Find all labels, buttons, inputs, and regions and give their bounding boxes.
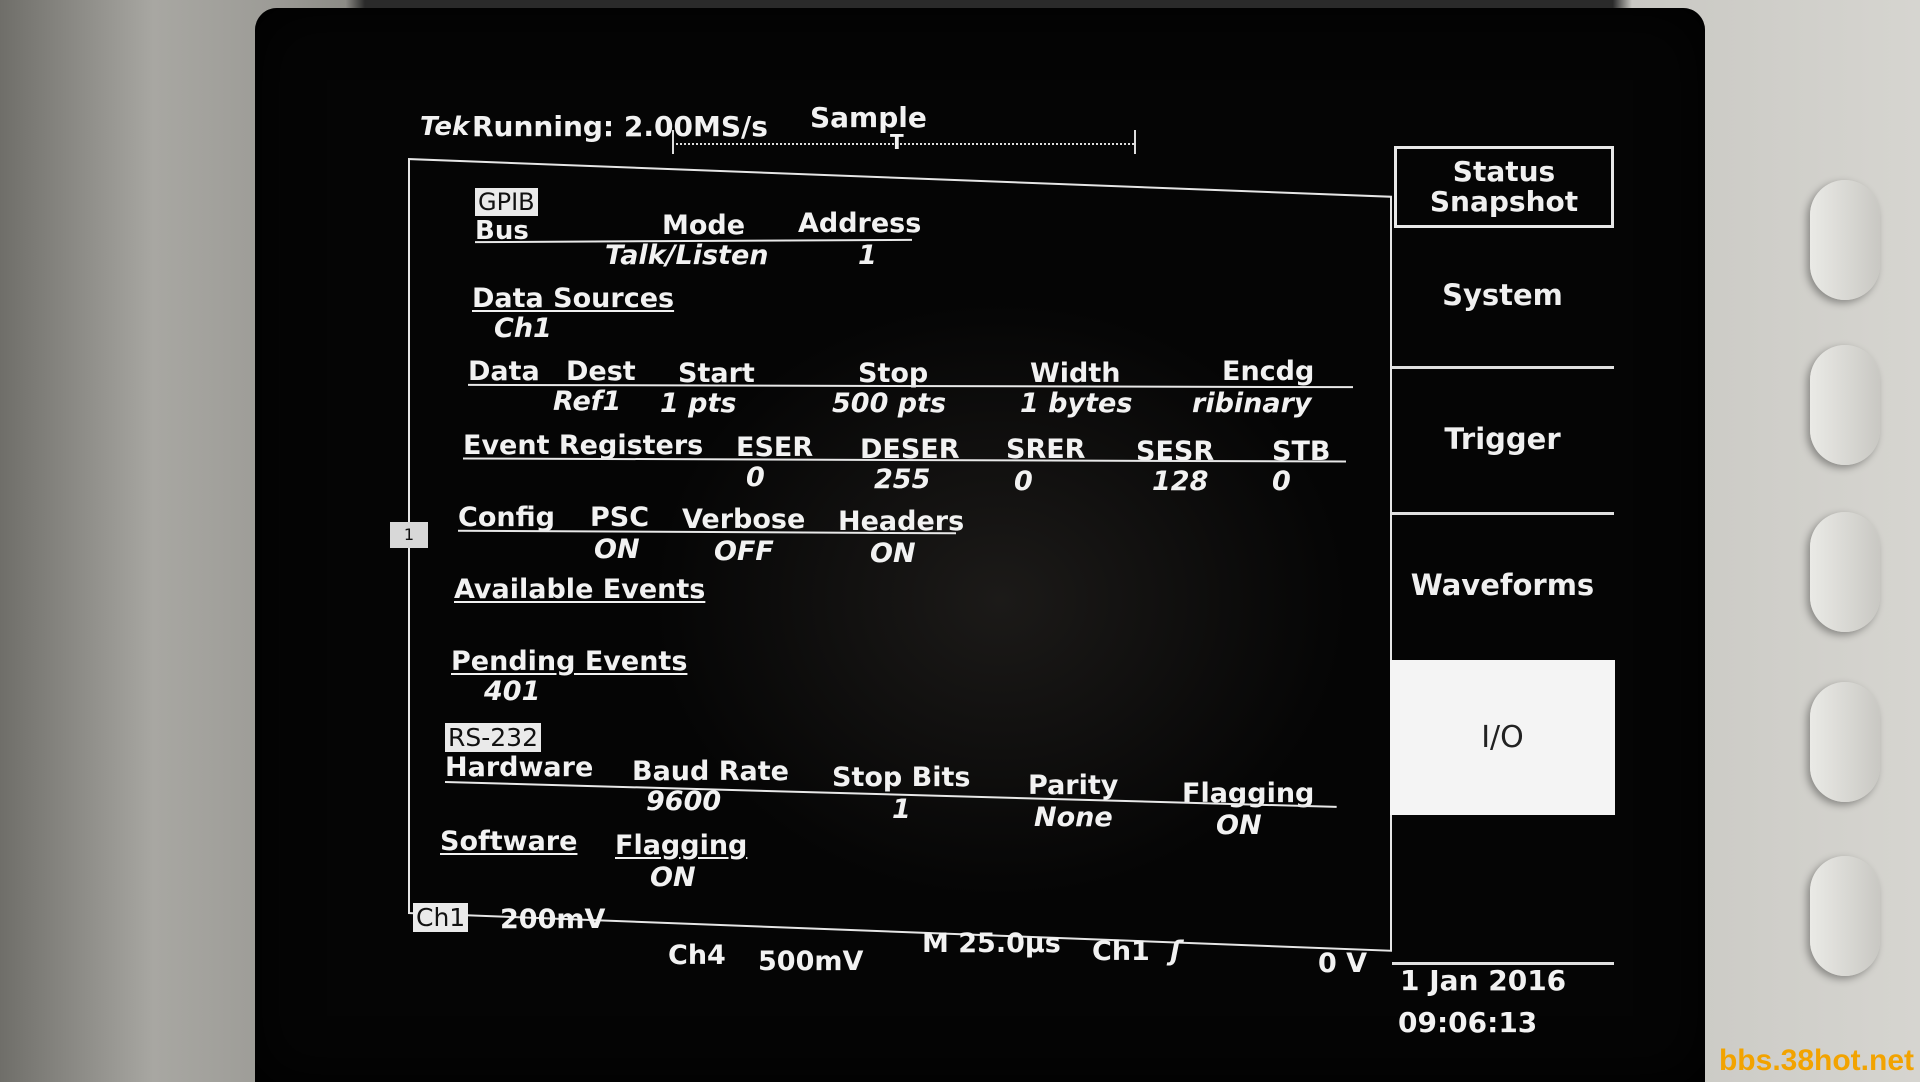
trigger-menu-button[interactable]: Trigger	[1390, 422, 1615, 456]
bezel-button-1[interactable]	[1810, 180, 1880, 300]
system-menu-button[interactable]: System	[1390, 278, 1615, 312]
bezel-button-4[interactable]	[1810, 682, 1880, 802]
rs232-sw-flagging-value: ON	[650, 862, 696, 893]
data-stop-value: 500 pts	[832, 388, 947, 419]
ch1-indicator: Ch1	[413, 903, 469, 932]
rs232-stopbits-label: Stop Bits	[832, 762, 971, 793]
ch4-scale: 500mV	[758, 946, 864, 977]
data-sources-value: Ch1	[494, 313, 552, 344]
record-bracket-left	[672, 130, 674, 154]
ch1-ground-marker: 1	[390, 522, 428, 548]
time-readout: 09:06:13	[1398, 1006, 1538, 1039]
menu-separator	[1392, 962, 1614, 965]
eser-value: 0	[746, 462, 765, 493]
headers-value: ON	[870, 538, 916, 569]
gpib-mode-label: Mode	[662, 210, 746, 241]
data-dest-value: Ref1	[553, 386, 622, 417]
acquisition-status: Running: 2.00MS/s	[472, 110, 768, 143]
trigger-source: Ch1	[1092, 936, 1150, 967]
gpib-section-label: GPIB	[475, 188, 538, 216]
available-events-label: Available Events	[454, 574, 706, 605]
rs232-baud-label: Baud Rate	[632, 756, 789, 787]
bezel-button-5[interactable]	[1810, 856, 1880, 976]
rs232-baud-value: 9600	[646, 786, 722, 817]
sesr-value: 128	[1152, 466, 1209, 497]
acquisition-mode: Sample	[810, 101, 927, 134]
data-start-value: 1 pts	[660, 388, 737, 419]
data-dest-label: Dest	[566, 356, 636, 387]
status-snapshot-button[interactable]: Status Snapshot	[1394, 146, 1614, 228]
menu-separator	[1392, 512, 1614, 515]
rs232-flagging-value: ON	[1216, 810, 1262, 841]
rs232-stopbits-value: 1	[892, 794, 911, 825]
verbose-value: OFF	[714, 536, 774, 567]
bezel-button-3[interactable]	[1810, 512, 1880, 632]
brand-logo: Tek	[420, 112, 470, 142]
rs232-parity-value: None	[1034, 802, 1113, 833]
record-bracket-right	[1134, 130, 1136, 154]
trigger-level: 0 V	[1318, 948, 1368, 979]
date-readout: 1 Jan 2016	[1400, 964, 1567, 997]
gpib-address-value: 1	[858, 240, 877, 271]
waveforms-menu-button[interactable]: Waveforms	[1390, 568, 1615, 602]
bezel-button-2[interactable]	[1810, 345, 1880, 465]
ch1-scale: 200mV	[500, 904, 606, 935]
trigger-position-marker: T	[890, 130, 904, 154]
stb-value: 0	[1272, 466, 1291, 497]
timebase-readout: M 25.0µs	[922, 928, 1061, 959]
psc-value: ON	[594, 534, 640, 565]
watermark: bbs.38hot.net	[1718, 1044, 1914, 1077]
pending-events-label: Pending Events	[451, 646, 688, 677]
pending-events-value: 401	[484, 676, 541, 707]
event-registers-label: Event Registers	[463, 430, 704, 461]
psc-label: PSC	[590, 502, 650, 533]
menu-separator	[1392, 366, 1614, 369]
gpib-mode-value: Talk/Listen	[605, 240, 769, 271]
sesr-label: SESR	[1136, 436, 1215, 467]
data-encdg-value: ribinary	[1192, 388, 1312, 419]
srer-value: 0	[1014, 466, 1033, 497]
deser-value: 255	[874, 464, 931, 495]
data-sources-label: Data Sources	[472, 283, 675, 314]
data-label: Data	[468, 356, 540, 387]
rs232-section-label: RS-232	[445, 723, 541, 752]
gpib-address-label: Address	[798, 208, 922, 239]
io-menu-button[interactable]: I/O	[1390, 660, 1615, 815]
rs232-software-label: Software	[440, 826, 578, 857]
config-label: Config	[458, 502, 555, 533]
trigger-slope-icon: ʃ	[1170, 936, 1182, 967]
rs232-sw-flagging-label: Flagging	[615, 830, 748, 861]
data-width-label: Width	[1030, 358, 1121, 389]
data-encdg-label: Encdg	[1222, 356, 1315, 387]
ch4-indicator: Ch4	[668, 940, 726, 971]
rs232-parity-label: Parity	[1028, 770, 1119, 801]
rs232-hardware-label: Hardware	[445, 752, 594, 783]
data-width-value: 1 bytes	[1020, 388, 1133, 419]
